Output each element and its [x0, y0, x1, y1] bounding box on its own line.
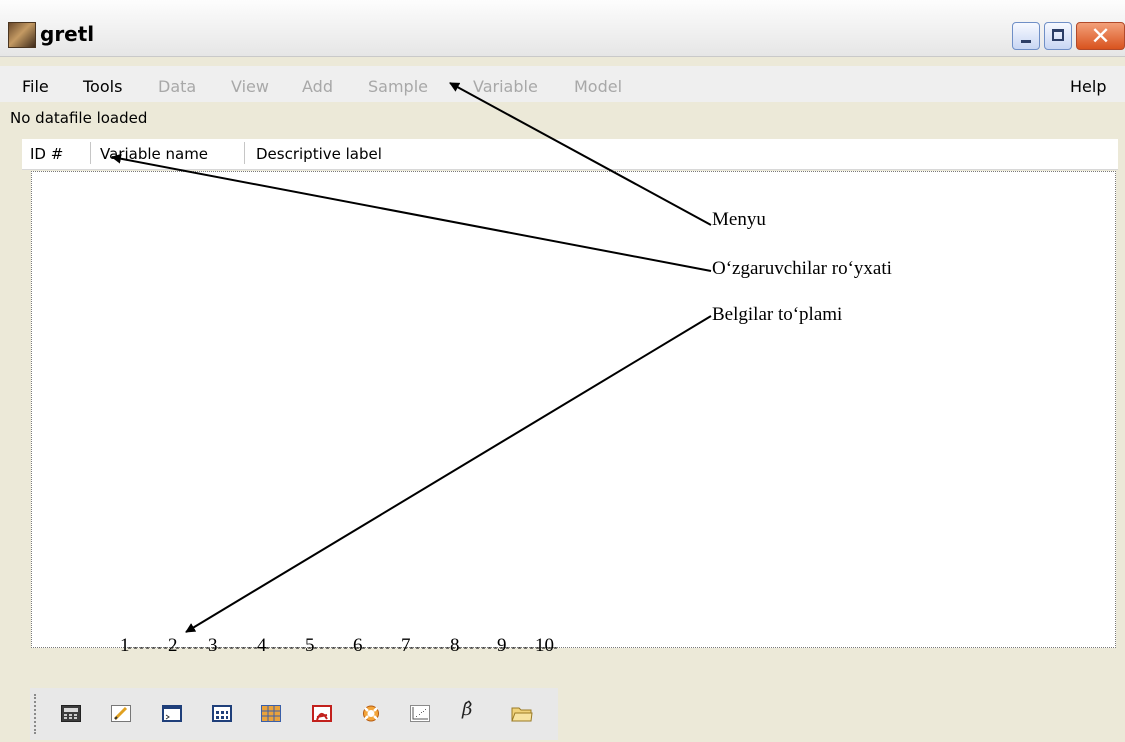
icon-number-2: 2: [168, 635, 178, 656]
annotation-variables-label: O‘zgaruvchilar ro‘yxati: [712, 258, 892, 279]
icon-number-8: 8: [450, 635, 460, 656]
toolbar-arrow: [185, 315, 712, 633]
icon-number-4: 4: [257, 635, 267, 656]
icon-number-1: 1: [120, 635, 130, 656]
annotation-toolbar-label: Belgilar to‘plami: [712, 304, 843, 325]
icon-number-10: 10: [535, 635, 554, 656]
annotation-menu-label: Menyu: [712, 209, 766, 230]
icon-number-3: 3: [208, 635, 218, 656]
variable-list-arrow: [111, 153, 712, 272]
icon-number-5: 5: [305, 635, 315, 656]
icon-number-6: 6: [353, 635, 363, 656]
icon-number-9: 9: [497, 635, 507, 656]
annotation-arrows: [111, 82, 712, 649]
menu-arrow: [449, 82, 712, 226]
icon-number-7: 7: [401, 635, 411, 656]
